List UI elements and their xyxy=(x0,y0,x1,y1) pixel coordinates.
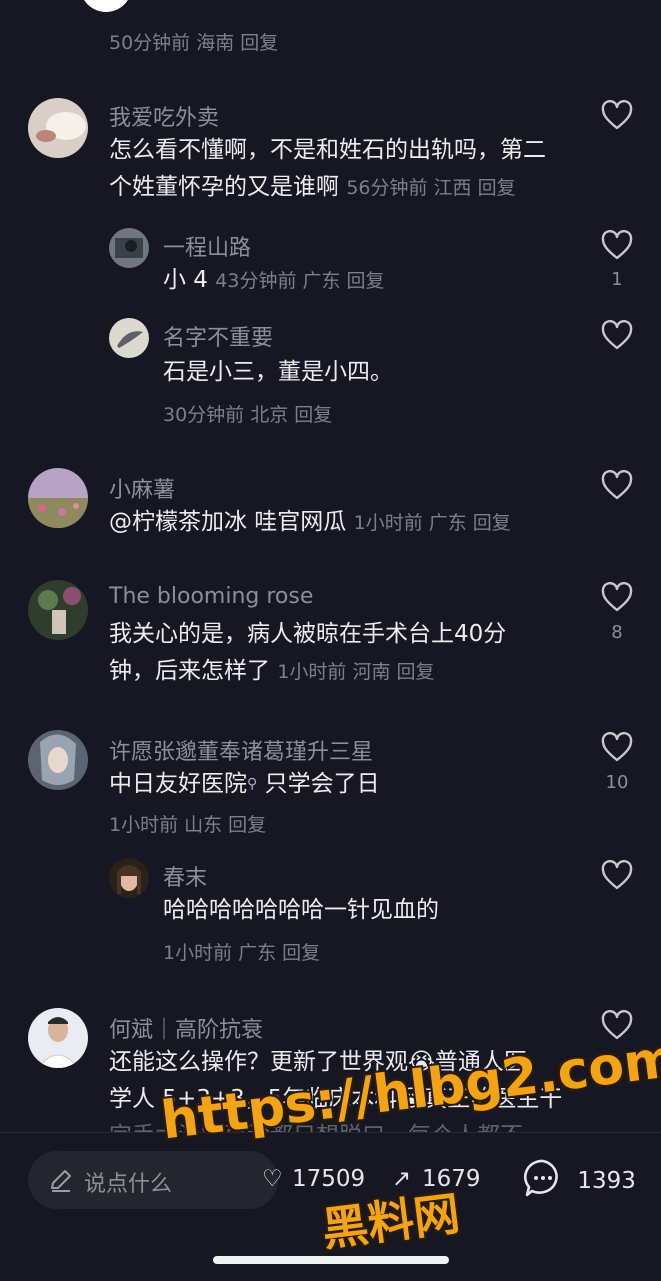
avatar[interactable] xyxy=(109,318,149,358)
reply-text: 小 4 43分钟前 广东 回复 xyxy=(163,267,385,293)
heart-icon[interactable] xyxy=(601,319,633,350)
comment-bubble-icon xyxy=(522,1157,564,1205)
comment-username[interactable]: 许愿张邈董奉诸葛瑾升三星 xyxy=(109,734,373,766)
heart-icon[interactable] xyxy=(601,581,633,612)
avatar[interactable] xyxy=(109,228,149,268)
heart-icon[interactable] xyxy=(601,99,633,130)
like-count: 8 xyxy=(611,622,623,643)
top-avatar-partial[interactable] xyxy=(80,0,132,12)
heart-icon: ♡ xyxy=(262,1166,283,1192)
comment-username[interactable]: The blooming rose xyxy=(109,584,313,609)
reply-meta: 43分钟前 广东 回复 xyxy=(215,270,385,292)
reply-username[interactable]: 春末 xyxy=(163,860,207,892)
like-count: 1 xyxy=(611,269,623,290)
pen-icon xyxy=(48,1167,74,1193)
comment-input[interactable]: 说点什么 xyxy=(28,1151,278,1209)
comment-text: 中日友好医院⚲ 只学会了日 xyxy=(109,771,380,797)
top-comment-meta: 50分钟前 海南 回复 xyxy=(109,32,279,54)
avatar[interactable] xyxy=(28,730,88,790)
avatar[interactable] xyxy=(28,98,88,158)
reply-text: 石是小三，董是小四。 xyxy=(163,359,393,385)
comment-meta: 1小时前 广东 回复 xyxy=(353,512,511,534)
comment-text: @柠檬茶加冰 哇官网瓜 1小时前 广东 回复 xyxy=(109,509,511,535)
comment-username[interactable]: 我爱吃外卖 xyxy=(109,100,219,132)
reply-meta: 30分钟前 北京 回复 xyxy=(163,404,333,426)
comment-username[interactable]: 何斌｜高阶抗衰 xyxy=(109,1012,263,1044)
comment-input-placeholder: 说点什么 xyxy=(84,1172,173,1197)
reply-username[interactable]: 一程山路 xyxy=(163,230,251,262)
comment-meta: 1小时前 山东 回复 xyxy=(109,814,267,836)
comment-username[interactable]: 小麻薯 xyxy=(109,472,175,504)
like-count: 10 xyxy=(605,772,629,793)
search-icon[interactable]: ⚲ xyxy=(247,776,257,792)
reply-username[interactable]: 名字不重要 xyxy=(163,320,273,352)
comment-meta: 1小时前 河南 回复 xyxy=(277,661,435,683)
comment-link[interactable]: 中日友好医院 xyxy=(109,771,247,797)
avatar[interactable] xyxy=(109,858,149,898)
comment-stat[interactable]: 1393 xyxy=(522,1157,636,1215)
heart-icon[interactable] xyxy=(601,859,633,890)
avatar[interactable] xyxy=(28,1008,88,1068)
heart-icon[interactable] xyxy=(601,731,633,762)
comment-text: 怎么看不懂啊，不是和姓石的出轨吗，第二 个姓董怀孕的又是谁啊 56分钟前 江西 … xyxy=(109,137,546,200)
avatar[interactable] xyxy=(28,468,88,528)
home-indicator[interactable] xyxy=(213,1256,449,1264)
heart-icon[interactable] xyxy=(601,469,633,500)
comment-text: 我关心的是，病人被晾在手术台上40分 钟，后来怎样了 1小时前 河南 回复 xyxy=(109,621,507,684)
comment-meta: 56分钟前 江西 回复 xyxy=(346,177,516,199)
avatar[interactable] xyxy=(28,580,88,640)
reply-meta: 1小时前 广东 回复 xyxy=(163,942,321,964)
heart-icon[interactable] xyxy=(601,229,633,260)
reply-text: 哈哈哈哈哈哈哈一针见血的 xyxy=(163,897,439,923)
